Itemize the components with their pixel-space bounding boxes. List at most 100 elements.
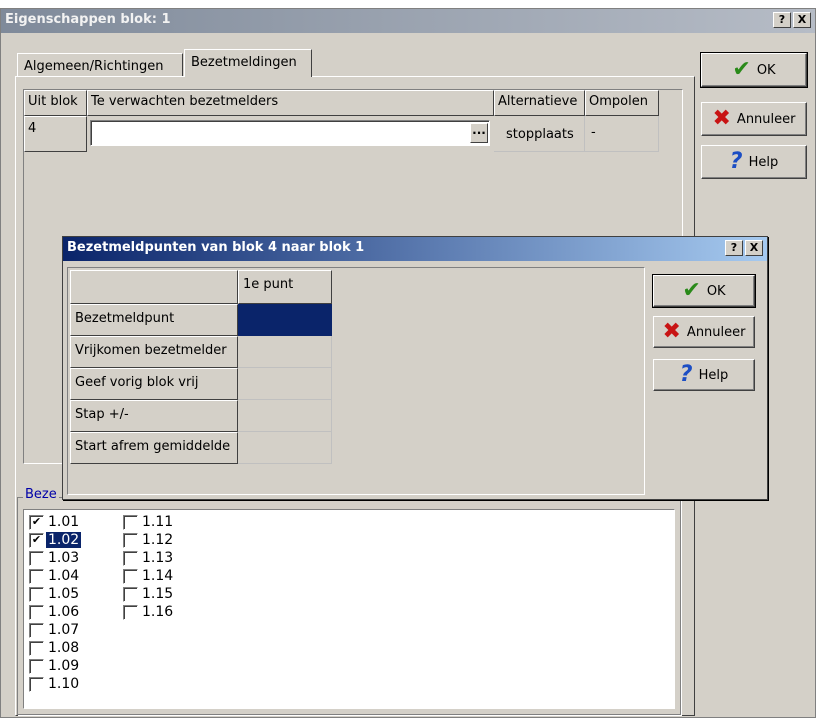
checkbox[interactable] <box>123 604 138 620</box>
help-label: Help <box>748 154 779 170</box>
column-header-1e-punt[interactable]: 1e punt <box>238 270 332 304</box>
row-header-geef-vorig[interactable]: Geef vorig blok vrij <box>70 368 238 400</box>
column-header-uit-blok[interactable]: Uit blok <box>24 90 87 116</box>
window-titlebar[interactable]: Eigenschappen blok: 1 ? X <box>1 9 815 33</box>
bezetmeldpunten-dialog: Bezetmeldpunten van blok 4 naar blok 1 ?… <box>62 236 768 500</box>
checkbox-label: 1.10 <box>48 676 80 692</box>
grid-cell[interactable] <box>238 432 332 464</box>
ok-button[interactable]: ✔ OK <box>700 52 808 88</box>
check-icon: ✔ <box>682 278 701 303</box>
corner-header <box>70 270 238 304</box>
checkbox-label: 1.09 <box>48 658 80 674</box>
checkbox-item[interactable]: 1.13 <box>123 549 175 567</box>
checkbox[interactable] <box>123 514 138 530</box>
checkbox[interactable] <box>29 586 44 602</box>
checkbox-label: 1.12 <box>142 532 174 548</box>
checkbox[interactable] <box>29 640 44 656</box>
checkbox-label: 1.15 <box>142 586 174 602</box>
checkbox-label: 1.07 <box>48 622 80 638</box>
question-icon: ? <box>679 362 693 387</box>
checkbox-item[interactable]: 1.05 <box>29 585 81 603</box>
checkbox[interactable] <box>29 550 44 566</box>
checkbox[interactable] <box>29 604 44 620</box>
checkbox[interactable] <box>29 658 44 674</box>
checkbox-item[interactable]: 1.11 <box>123 513 175 531</box>
dialog-titlebar[interactable]: Bezetmeldpunten van blok 4 naar blok 1 ?… <box>63 237 767 261</box>
cancel-button[interactable]: ✖ Annuleer <box>701 102 807 136</box>
checkbox[interactable] <box>123 586 138 602</box>
bezetmeldpunten-grid: 1e punt Bezetmeldpunt Vrijkomen bezetmel… <box>67 267 645 495</box>
ellipsis-button[interactable]: ... <box>470 123 488 143</box>
grid-cell[interactable] <box>238 400 332 432</box>
checkbox-item[interactable]: 1.12 <box>123 531 175 549</box>
ok-label: OK <box>706 283 726 299</box>
checkbox-item[interactable]: 1.14 <box>123 567 175 585</box>
checkbox[interactable] <box>29 622 44 638</box>
row-header-vrijkomen[interactable]: Vrijkomen bezetmelder <box>70 336 238 368</box>
checkbox[interactable] <box>123 550 138 566</box>
cancel-label: Annuleer <box>686 324 746 340</box>
checkbox-item[interactable]: ✔ 1.02 <box>29 531 82 549</box>
checkbox-item[interactable]: 1.09 <box>29 657 81 675</box>
tab-algemeen-richtingen[interactable]: Algemeen/Richtingen <box>17 53 183 77</box>
checkbox-column-2: 1.11 1.12 1.13 1.14 1.15 1.16 <box>123 513 175 621</box>
check-icon: ✔ <box>732 57 751 82</box>
checkbox[interactable] <box>123 532 138 548</box>
row-header-stap[interactable]: Stap +/- <box>70 400 238 432</box>
checkbox-label: 1.02 <box>46 532 82 548</box>
checkbox-item[interactable]: ✔ 1.01 <box>29 513 81 531</box>
checkbox-label: 1.05 <box>48 586 80 602</box>
tab-bezetmeldingen[interactable]: Bezetmeldingen <box>184 49 312 77</box>
checkbox-item[interactable]: 1.06 <box>29 603 81 621</box>
ok-label: OK <box>756 62 776 78</box>
checkbox-item[interactable]: 1.04 <box>29 567 81 585</box>
grid-cell[interactable] <box>238 368 332 400</box>
checkbox-item[interactable]: 1.10 <box>29 675 81 693</box>
table-row[interactable]: 4 ... stopplaats - <box>24 116 659 152</box>
column-header-bezetmelders[interactable]: Te verwachten bezetmelders <box>87 90 494 116</box>
checkbox-label: 1.04 <box>48 568 80 584</box>
tab-label: Algemeen/Richtingen <box>24 59 164 74</box>
checkbox-item[interactable]: 1.16 <box>123 603 175 621</box>
dialog-ok-button[interactable]: ✔ OK <box>652 274 756 308</box>
grid-cell[interactable] <box>238 336 332 368</box>
dialog-cancel-button[interactable]: ✖ Annuleer <box>653 316 755 348</box>
checkbox-column-1: ✔ 1.01 ✔ 1.02 1.03 1.04 1.05 1.06 1.07 1.08 1.09 1.… <box>29 513 82 693</box>
help-title-button[interactable]: ? <box>773 12 791 28</box>
dialog-title: Bezetmeldpunten van blok 4 naar blok 1 <box>67 240 365 255</box>
checkbox-label: 1.01 <box>48 514 80 530</box>
column-header-ompolen[interactable]: Ompolen <box>585 90 659 116</box>
checkbox-item[interactable]: 1.03 <box>29 549 81 567</box>
cross-icon: ✖ <box>712 106 731 131</box>
dialog-help-button[interactable]: ? Help <box>653 359 755 391</box>
checkbox-item[interactable]: 1.07 <box>29 621 81 639</box>
checkbox-label: 1.16 <box>142 604 174 620</box>
checkbox[interactable] <box>123 568 138 584</box>
close-title-button[interactable]: X <box>793 12 811 28</box>
cell-ompolen: - <box>585 116 659 152</box>
checkbox-item[interactable]: 1.08 <box>29 639 81 657</box>
checkbox-label: 1.11 <box>142 514 174 530</box>
close-title-button[interactable]: X <box>745 240 763 256</box>
help-title-button[interactable]: ? <box>725 240 743 256</box>
help-button[interactable]: ? Help <box>701 145 807 179</box>
question-icon: ? <box>729 149 743 174</box>
row-header-bezetmeldpunt[interactable]: Bezetmeldpunt <box>70 304 238 336</box>
help-label: Help <box>698 367 729 383</box>
column-header-alternatieve[interactable]: Alternatieve <box>494 90 585 116</box>
bezetmelders-input[interactable]: ... <box>90 120 490 146</box>
checkbox-item[interactable]: 1.15 <box>123 585 175 603</box>
checkbox-label: 1.08 <box>48 640 80 656</box>
tab-label: Bezetmeldingen <box>191 55 297 70</box>
checkbox[interactable]: ✔ <box>29 514 44 530</box>
row-header-start-afrem[interactable]: Start afrem gemiddelde <box>70 432 238 464</box>
window-title: Eigenschappen blok: 1 <box>5 12 171 27</box>
cross-icon: ✖ <box>662 319 681 344</box>
checkbox-label: 1.06 <box>48 604 80 620</box>
checkbox-list <box>23 509 675 709</box>
cell-selected[interactable] <box>238 304 332 336</box>
checkbox[interactable]: ✔ <box>29 532 44 548</box>
checkbox[interactable] <box>29 676 44 692</box>
group-label: Beze <box>23 487 59 505</box>
checkbox[interactable] <box>29 568 44 584</box>
